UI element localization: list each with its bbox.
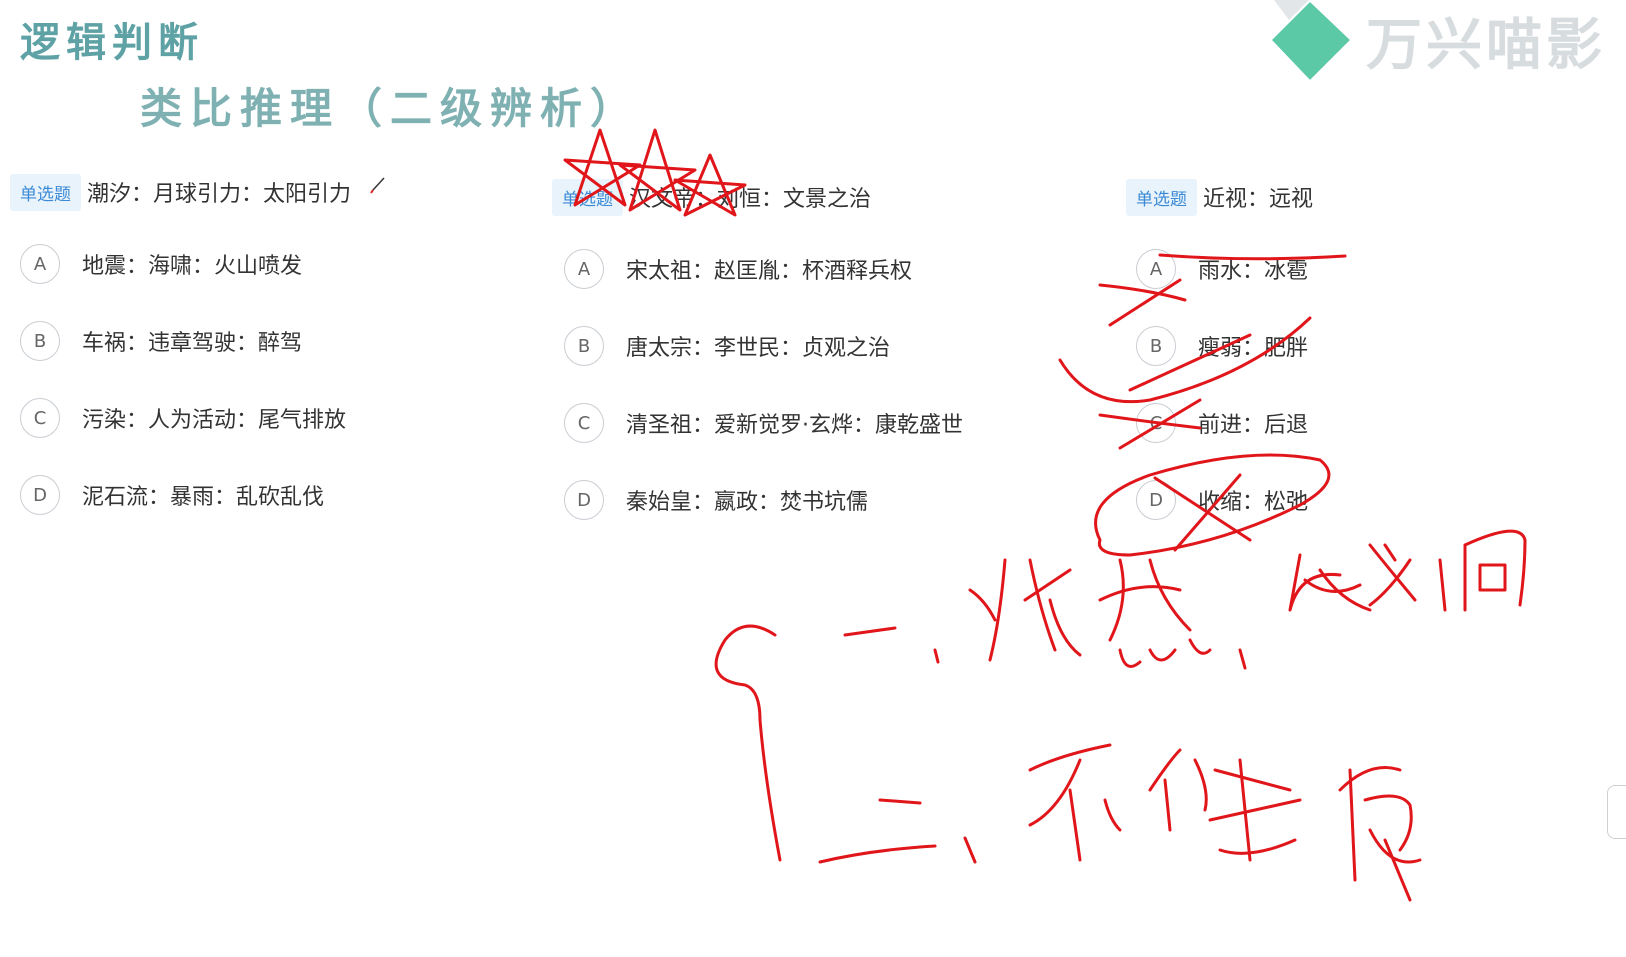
question-1: 单选题 潮汐：月球引力：太阳引力 A 地震：海啸：火山喷发 B 车祸：违章驾驶：… <box>10 172 530 522</box>
pen-cursor-icon <box>370 177 385 194</box>
option-text: 车祸：违章驾驶：醉驾 <box>82 331 303 356</box>
question-3: 单选题 近视：远视 A 雨水：冰雹 B 瘦弱：肥胖 C 前进：后退 D 收缩：松… <box>1126 177 1526 527</box>
option-letter[interactable]: B <box>1136 326 1176 366</box>
option-letter[interactable]: A <box>20 244 60 284</box>
option-b[interactable]: B 瘦弱：肥胖 <box>1136 326 1308 366</box>
page-subtitle: 类比推理（二级辨析） <box>140 84 641 133</box>
question-type-badge: 单选题 <box>552 178 623 216</box>
option-letter[interactable]: C <box>1136 403 1176 443</box>
option-text: 地震：海啸：火山喷发 <box>82 254 303 279</box>
app-logo-icon <box>1272 0 1350 80</box>
option-text: 清圣祖：爱新觉罗·玄烨：康乾盛世 <box>626 413 963 438</box>
option-text: 泥石流：暴雨：乱砍乱伐 <box>82 485 325 510</box>
option-text: 收缩：松弛 <box>1198 490 1309 515</box>
option-a[interactable]: A 地震：海啸：火山喷发 <box>20 244 302 284</box>
handwriting-ci <box>1438 529 1527 612</box>
handwriting-line-2-top <box>878 798 922 805</box>
option-c[interactable]: C 清圣祖：爱新觉罗·玄烨：康乾盛世 <box>564 403 963 443</box>
page-title: 逻辑判断 <box>20 19 204 66</box>
option-letter[interactable]: B <box>564 326 604 366</box>
handwriting-line-2-comma <box>963 836 977 864</box>
side-panel-handle[interactable] <box>1607 785 1626 839</box>
option-letter[interactable]: C <box>20 398 60 438</box>
option-b[interactable]: B 唐太宗：李世民：贞观之治 <box>564 326 890 366</box>
option-letter[interactable]: B <box>20 321 60 361</box>
handwriting-line-1-comma-2 <box>1238 648 1247 670</box>
option-c[interactable]: C 前进：后退 <box>1136 403 1308 443</box>
option-text: 瘦弱：肥胖 <box>1198 336 1309 361</box>
option-text: 污染：人为活动：尾气排放 <box>82 408 347 433</box>
question-stem: 潮汐：月球引力：太阳引力 <box>87 182 352 207</box>
brace-mark <box>714 624 782 862</box>
option-letter[interactable]: A <box>564 249 604 289</box>
handwriting-line-1-comma <box>933 648 940 664</box>
question-type-badge: 单选题 <box>10 173 81 211</box>
option-letter[interactable]: C <box>564 403 604 443</box>
handwriting-fan <box>1288 553 1372 612</box>
handwriting-tai <box>1098 558 1212 668</box>
option-text: 秦始皇：嬴政：焚书坑儒 <box>626 490 869 515</box>
question-2: 单选题 汉文帝：刘恒：文景之治 A 宋太祖：赵匡胤：杯酒释兵权 B 唐太宗：李世… <box>552 177 1072 527</box>
handwriting-jian <box>1148 748 1302 862</box>
option-a[interactable]: A 雨水：冰雹 <box>1136 249 1308 289</box>
option-letter[interactable]: D <box>20 475 60 515</box>
handwriting-zhuang <box>968 558 1082 662</box>
handwriting-line-1-dash <box>843 626 897 637</box>
handwriting-line-2-bottom <box>818 844 937 864</box>
watermark: 万兴喵影 <box>1256 0 1626 90</box>
option-b[interactable]: B 车祸：违章驾驶：醉驾 <box>20 321 302 361</box>
option-text: 宋太祖：赵匡胤：杯酒释兵权 <box>626 259 913 284</box>
option-d[interactable]: D 秦始皇：嬴政：焚书坑儒 <box>564 480 868 520</box>
question-type-badge: 单选题 <box>1126 178 1197 216</box>
option-d[interactable]: D 收缩：松弛 <box>1136 480 1308 520</box>
option-letter[interactable]: D <box>564 480 604 520</box>
option-letter[interactable]: D <box>1136 480 1176 520</box>
option-letter[interactable]: A <box>1136 249 1176 289</box>
option-d[interactable]: D 泥石流：暴雨：乱砍乱伐 <box>20 475 324 515</box>
option-text: 前进：后退 <box>1198 413 1309 438</box>
question-stem: 近视：远视 <box>1203 187 1314 212</box>
option-c[interactable]: C 污染：人为活动：尾气排放 <box>20 398 346 438</box>
handwriting-yi <box>1368 543 1417 607</box>
question-stem: 汉文帝：刘恒：文景之治 <box>629 187 872 212</box>
handwriting-kang <box>1338 766 1422 902</box>
watermark-text: 万兴喵影 <box>1366 13 1606 78</box>
handwriting-bu <box>1028 743 1122 862</box>
option-a[interactable]: A 宋太祖：赵匡胤：杯酒释兵权 <box>564 249 912 289</box>
option-text: 唐太宗：李世民：贞观之治 <box>626 336 891 361</box>
option-text: 雨水：冰雹 <box>1198 259 1309 284</box>
